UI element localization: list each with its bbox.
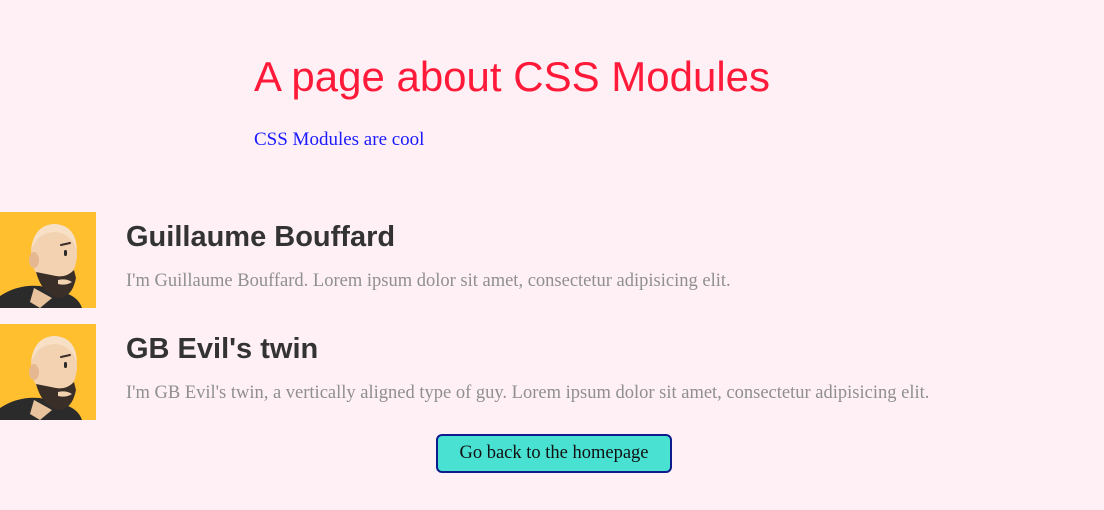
profile-card: GB Evil's twin I'm GB Evil's twin, a ver… — [0, 324, 1104, 420]
profile-bio: I'm GB Evil's twin, a vertically aligned… — [126, 383, 930, 403]
page-title: A page about CSS Modules — [254, 53, 771, 100]
bald-bearded-man-avatar-icon — [0, 324, 96, 420]
go-back-home-button[interactable]: Go back to the homepage — [436, 434, 672, 473]
page-subtitle: CSS Modules are cool — [254, 129, 425, 150]
avatar — [0, 324, 96, 420]
profile-bio: I'm Guillaume Bouffard. Lorem ipsum dolo… — [126, 271, 731, 291]
profile-name: Guillaume Bouffard — [126, 221, 396, 253]
profile-card: Guillaume Bouffard I'm Guillaume Bouffar… — [0, 212, 1104, 308]
bald-bearded-man-avatar-icon — [0, 212, 96, 308]
profile-name: GB Evil's twin — [126, 333, 319, 365]
avatar — [0, 212, 96, 308]
